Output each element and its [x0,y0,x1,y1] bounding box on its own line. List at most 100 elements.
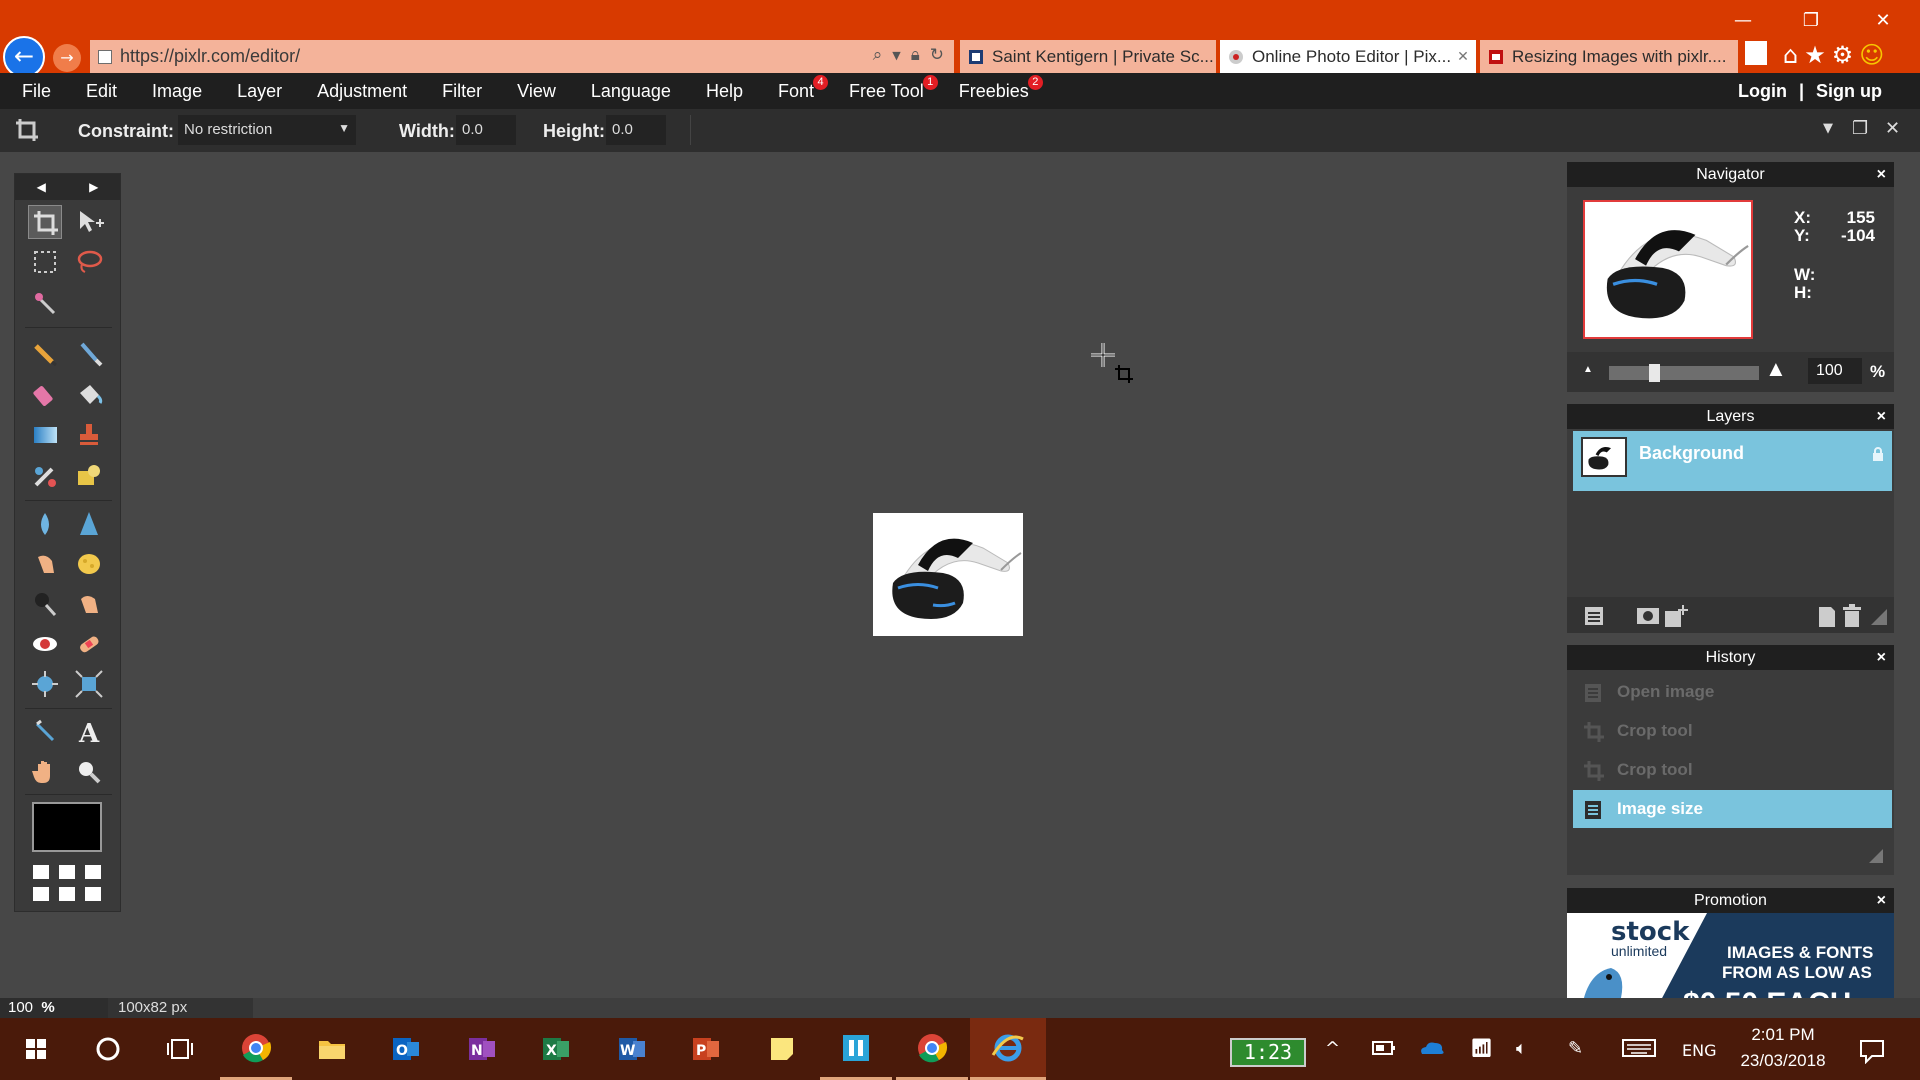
keyboard-icon[interactable] [1622,1038,1656,1058]
menu-filter[interactable]: Filter [442,81,482,102]
notifications-icon[interactable] [1858,1038,1886,1064]
resize-grip-icon[interactable] [1865,603,1891,629]
spot-heal-tool[interactable] [72,627,106,661]
eraser-tool[interactable] [28,377,62,411]
lasso-tool[interactable] [72,245,106,279]
menu-language[interactable]: Language [591,81,671,102]
address-bar[interactable]: https://pixlr.com/editor/ ⌕ ▼ 🔒︎ ↻ [90,40,954,73]
menu-view[interactable]: View [517,81,556,102]
foreground-color-swatch[interactable] [32,802,102,852]
favorites-star-icon[interactable]: ★ [1804,41,1826,69]
close-icon[interactable]: ✕ [1885,118,1900,139]
tab-resizing-images[interactable]: Resizing Images with pixlr.... [1480,40,1738,73]
close-tab-icon[interactable]: ✕ [1457,48,1469,65]
settings-gear-icon[interactable]: ⚙ [1832,41,1854,69]
taskbar-onenote[interactable]: N [446,1018,518,1080]
menu-freebies[interactable]: Freebies 2 [959,74,1043,102]
menu-help[interactable]: Help [706,81,743,102]
start-button[interactable] [0,1018,72,1080]
new-tab-icon[interactable] [1745,41,1767,65]
constraint-select[interactable]: No restriction ▼ [178,115,356,145]
zoom-slider[interactable] [1609,366,1759,380]
color-picker-tool[interactable] [28,715,62,749]
clone-stamp-tool[interactable] [72,418,106,452]
close-icon[interactable]: × [1877,645,1886,670]
menu-adjustment[interactable]: Adjustment [317,81,407,102]
menu-layer[interactable]: Layer [237,81,282,102]
canvas-image[interactable] [873,513,1023,636]
onedrive-cloud-icon[interactable] [1418,1038,1446,1058]
taskbar-word[interactable]: W [596,1018,668,1080]
restore-panels-icon[interactable]: ❐ [1852,118,1868,139]
hand-tool[interactable] [28,755,62,789]
back-button[interactable]: ← [3,36,45,78]
close-icon[interactable]: × [1877,888,1886,913]
layer-row[interactable]: Background [1573,431,1892,491]
layer-settings-icon[interactable] [1581,603,1607,629]
taskbar-excel[interactable]: X [520,1018,592,1080]
menu-file[interactable]: File [22,81,51,102]
battery-icon[interactable] [1372,1038,1396,1058]
marquee-tool[interactable] [28,245,62,279]
address-text[interactable]: https://pixlr.com/editor/ [120,46,300,67]
add-style-icon[interactable] [1663,603,1689,629]
menu-free-tool[interactable]: Free Tool 1 [849,74,938,102]
brush-tool[interactable] [72,336,106,370]
bloat-tool[interactable] [28,667,62,701]
type-tool[interactable]: A [72,715,106,749]
resize-grip-icon[interactable] [1865,845,1885,865]
crop-tool[interactable] [28,205,62,239]
taskbar-outlook[interactable]: O [370,1018,442,1080]
show-hidden-icons[interactable]: ^ [1325,1038,1340,1059]
sponge-tool[interactable] [72,547,106,581]
forward-button[interactable]: → [53,44,81,72]
zoom-in-mountain-icon[interactable]: ▲ [1765,356,1787,382]
zoom-out-mountain-icon[interactable]: ▲ [1583,364,1593,375]
tab-online-photo-editor[interactable]: Online Photo Editor | Pix... ✕ [1220,40,1476,73]
zoom-slider-handle[interactable] [1649,364,1660,382]
dodge-tool[interactable] [28,587,62,621]
battery-timer[interactable]: 1:23 [1230,1038,1306,1067]
width-input[interactable]: 0.0 [456,115,516,145]
signup-link[interactable]: Sign up [1816,81,1882,101]
pencil-tool[interactable] [28,336,62,370]
taskbar-file-explorer[interactable] [296,1018,368,1080]
history-item-crop-tool[interactable]: Crop tool [1573,712,1892,750]
sharpen-tool[interactable] [72,507,106,541]
color-replace-tool[interactable] [28,459,62,493]
taskbar-app[interactable] [820,1018,892,1080]
blur-tool[interactable] [28,507,62,541]
scroll-right-icon[interactable]: ▶ [89,180,98,194]
scroll-left-icon[interactable]: ◀ [37,180,46,194]
smudge-tool[interactable] [28,547,62,581]
task-view-button[interactable] [144,1018,216,1080]
taskbar-chrome[interactable] [220,1018,292,1080]
cortana-button[interactable] [72,1018,144,1080]
layer-mask-icon[interactable] [1635,603,1661,629]
volume-icon[interactable]: 🔈︎ [1516,1038,1527,1059]
pen-icon[interactable]: ✎ [1568,1038,1583,1059]
lock-icon[interactable]: 🔒︎ [911,45,920,65]
zoom-input[interactable]: 100 [1808,358,1862,384]
language-indicator[interactable]: ENG [1682,1041,1716,1060]
taskbar-chrome-2[interactable] [896,1018,968,1080]
search-icon[interactable]: ⌕ [873,45,883,65]
drawing-tool[interactable] [72,459,106,493]
history-item-open-image[interactable]: Open image [1573,673,1892,711]
close-icon[interactable]: × [1877,404,1886,429]
gradient-tool[interactable] [28,418,62,452]
height-input[interactable]: 0.0 [606,115,666,145]
status-zoom[interactable]: 100 % [0,998,108,1018]
taskbar-internet-explorer[interactable] [970,1018,1046,1080]
tab-saint-kentigern[interactable]: Saint Kentigern | Private Sc... [960,40,1216,73]
taskbar-sticky-notes[interactable] [746,1018,818,1080]
minimize-button[interactable]: — [1720,6,1766,36]
move-tool[interactable] [72,205,106,239]
menu-edit[interactable]: Edit [86,81,117,102]
bucket-tool[interactable] [72,377,106,411]
burn-tool[interactable] [72,587,106,621]
navigator-thumbnail[interactable] [1583,200,1753,339]
new-layer-icon[interactable] [1813,603,1839,629]
smiley-feedback-icon[interactable]: ☺ [1859,41,1884,69]
home-icon[interactable]: ⌂ [1783,41,1798,69]
